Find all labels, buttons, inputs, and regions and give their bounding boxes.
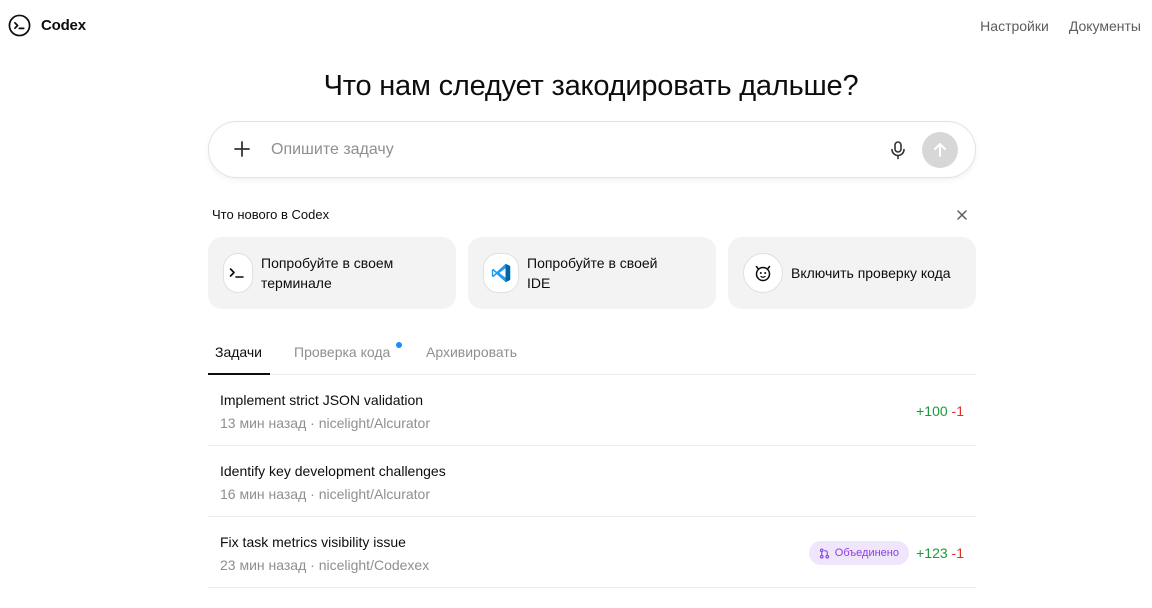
task-meta: 13 мин назад · nicelight/Alcurator (220, 415, 430, 431)
try-terminal-card[interactable]: Попробуйте в своем терминале (208, 237, 456, 309)
page-title: Что нам следует закодировать дальше? (323, 70, 859, 102)
vscode-icon (491, 263, 511, 283)
close-icon[interactable] (955, 208, 969, 222)
terminal-icon (229, 268, 244, 278)
add-attachment-icon[interactable] (231, 138, 253, 160)
task-row[interactable]: Identify key development challenges 16 м… (208, 446, 976, 517)
top-bar: Codex Настройки Документы (0, 0, 1152, 52)
docs-link[interactable]: Документы (1069, 18, 1141, 34)
pull-request-icon (819, 547, 829, 559)
task-tabs: Задачи Проверка кода Архивировать (208, 334, 976, 375)
codex-logo-icon (8, 14, 31, 37)
task-composer (208, 121, 976, 178)
task-row[interactable]: Implement strict JSON validation 13 мин … (208, 375, 976, 446)
send-button[interactable] (922, 132, 958, 168)
task-title: Implement strict JSON validation (220, 392, 424, 408)
lines-added: +123 (916, 545, 948, 561)
tab-code-review[interactable]: Проверка кода (294, 344, 390, 360)
card-label: Попробуйте в своем терминале (261, 253, 393, 293)
settings-link[interactable]: Настройки (980, 18, 1049, 34)
task-meta: 16 мин назад · nicelight/Alcurator (220, 486, 430, 502)
enable-code-review-card[interactable]: Включить проверку кода (728, 237, 976, 309)
lines-removed: -1 (951, 403, 964, 419)
code-review-bot-icon (755, 265, 771, 282)
terminal-icon-box (223, 253, 253, 293)
top-nav: Настройки Документы (980, 18, 1141, 34)
lines-removed: -1 (951, 545, 964, 561)
task-row[interactable]: Fix task metrics visibility issue 23 мин… (208, 517, 976, 588)
card-label: Попробуйте в своей IDE (527, 253, 657, 293)
task-meta: 23 мин назад · nicelight/Codexex (220, 557, 430, 573)
lines-added: +100 (916, 403, 948, 419)
tab-tasks[interactable]: Задачи (215, 344, 262, 360)
whats-new-title: Что нового в Codex (212, 207, 330, 222)
card-label-line: Попробуйте в своей (527, 255, 658, 271)
tab-archive[interactable]: Архивировать (426, 344, 517, 360)
card-label-line: терминале (261, 275, 332, 291)
task-input[interactable] (271, 138, 871, 162)
brand[interactable]: Codex (8, 14, 86, 37)
task-title: Fix task metrics visibility issue (220, 534, 406, 550)
diff-stats: +100 -1 (916, 403, 964, 419)
card-label-line: IDE (527, 275, 551, 291)
code-review-icon-box (743, 253, 783, 293)
card-label-line: Включить проверку кода (791, 265, 951, 281)
diff-stats: +123 -1 (916, 545, 964, 561)
app-name: Codex (41, 17, 86, 34)
card-label: Включить проверку кода (791, 263, 951, 283)
vscode-icon-box (483, 253, 519, 293)
card-label-line: Попробуйте в своем (261, 255, 394, 271)
arrow-up-icon (934, 143, 946, 157)
microphone-icon[interactable] (887, 139, 909, 161)
try-ide-card[interactable]: Попробуйте в своей IDE (468, 237, 716, 309)
merged-label: Объединено (834, 547, 899, 559)
notification-dot (396, 342, 402, 348)
task-title: Identify key development challenges (220, 463, 446, 479)
merged-badge: Объединено (808, 541, 909, 565)
